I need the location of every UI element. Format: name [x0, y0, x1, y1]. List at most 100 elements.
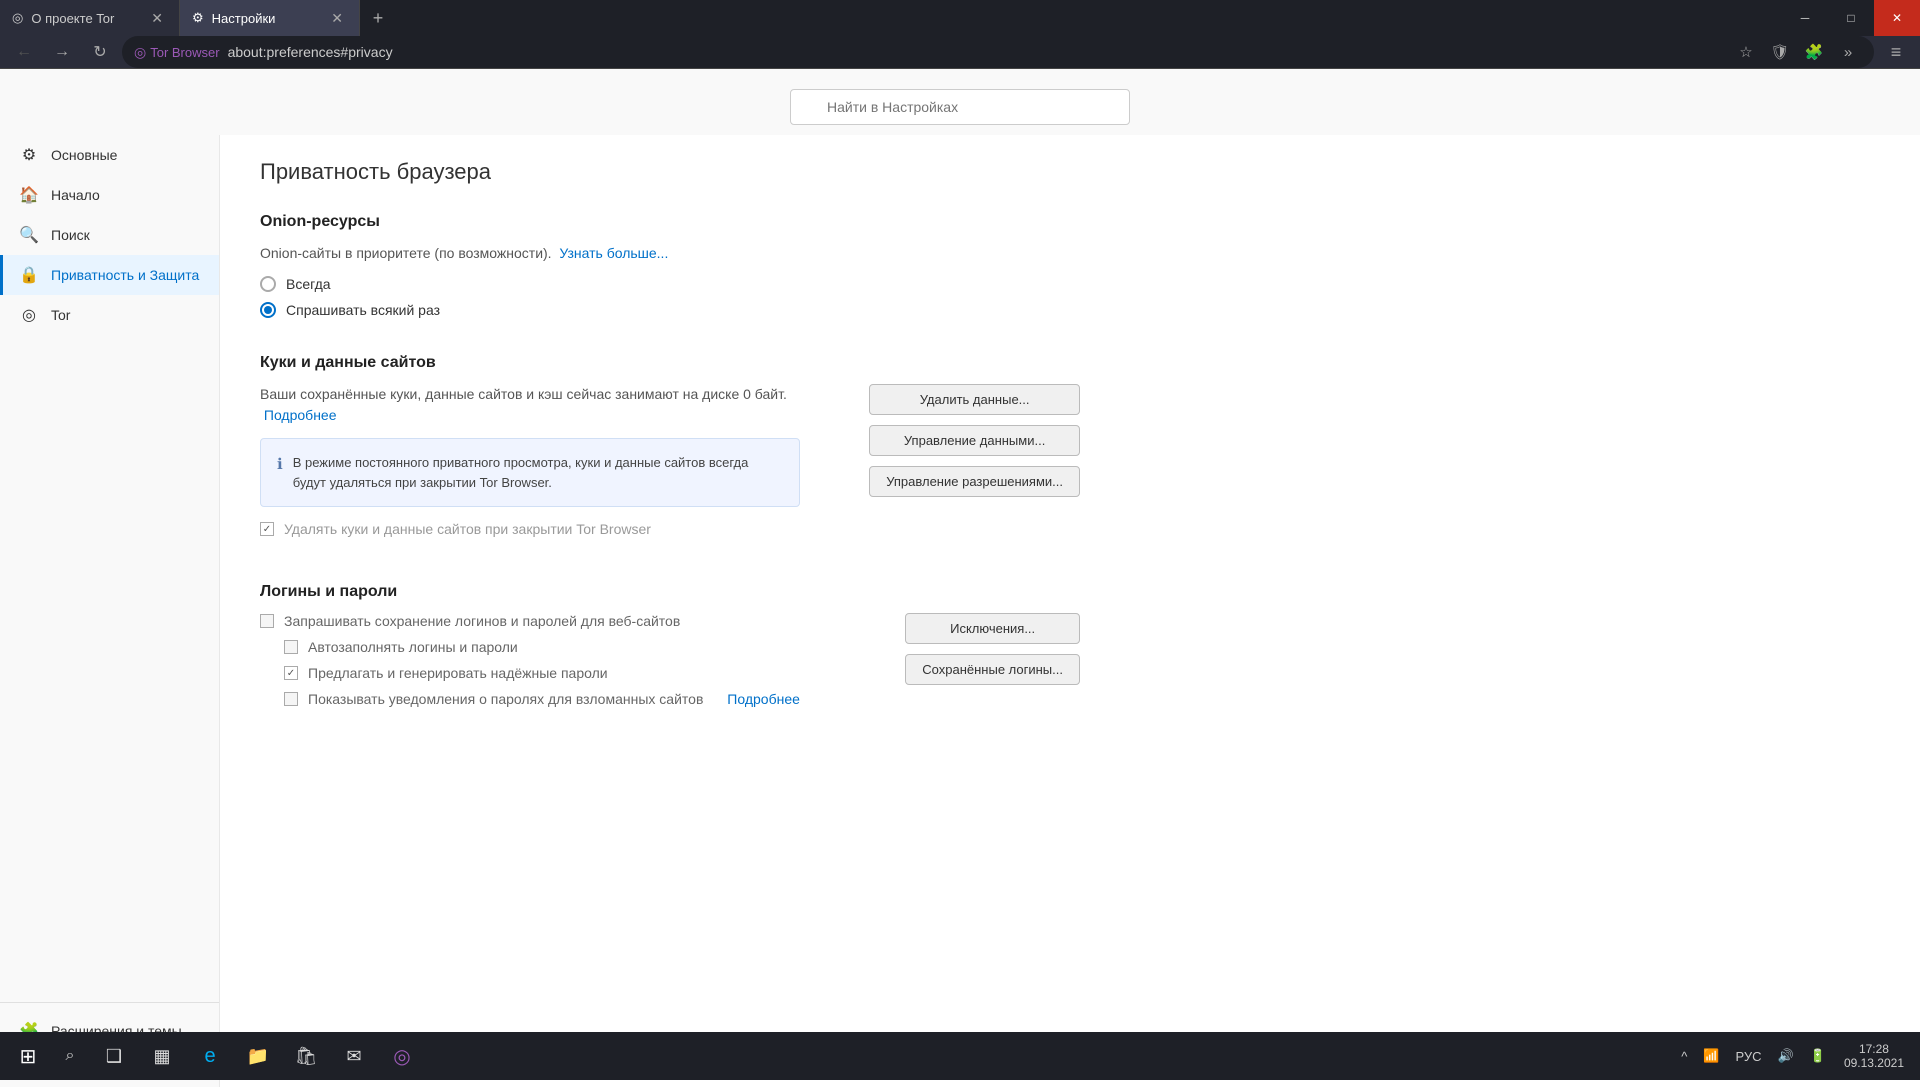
start-button[interactable]: ⊞ [8, 1036, 48, 1076]
content-padding: Приватность браузера Onion-ресурсы Onion… [220, 135, 1120, 777]
sidebar-item-search[interactable]: 🔍 Поиск [0, 215, 219, 255]
store-button[interactable]: 🛍 [284, 1036, 328, 1076]
taskview-button[interactable]: ❑ [92, 1036, 136, 1076]
cookies-desc: Ваши сохранённые куки, данные сайтов и к… [260, 384, 849, 426]
sidebar-label-start: Начало [51, 187, 100, 203]
logins-section: Логины и пароли Запрашивать сохранение л… [260, 583, 1080, 717]
refresh-button[interactable]: ↻ [84, 36, 116, 68]
maximize-button[interactable]: □ [1828, 0, 1874, 36]
tab-icon-about: ◎ [12, 10, 23, 26]
bookmark-button[interactable]: ☆ [1732, 38, 1760, 66]
onion-section: Onion-ресурсы Onion-сайты в приоритете (… [260, 213, 1080, 318]
radio-always-circle[interactable] [260, 276, 276, 292]
info-icon: ℹ [277, 454, 283, 492]
tab-close-about[interactable]: ✕ [147, 8, 167, 29]
tab-icon-settings: ⚙ [192, 10, 204, 26]
address-actions: ☆ 🛡 🧩 » [1732, 38, 1862, 66]
exceptions-button[interactable]: Исключения... [905, 613, 1080, 644]
tab-about-tor[interactable]: ◎ О проекте Tor ✕ [0, 0, 180, 36]
menu-button[interactable]: ≡ [1880, 36, 1912, 68]
onion-desc: Onion-сайты в приоритете (по возможности… [260, 243, 1080, 264]
manage-data-button[interactable]: Управление данными... [869, 425, 1080, 456]
logins-checkbox-3[interactable]: Показывать уведомления о паролях для взл… [284, 691, 885, 707]
logins-cb-box-2[interactable]: ✓ [284, 666, 298, 680]
addressbar: ← → ↻ ◎ Tor Browser about:preferences#pr… [0, 36, 1920, 69]
logins-sub: Автозаполнять логины и пароли ✓ Предлага… [284, 639, 885, 707]
radio-ask-circle[interactable] [260, 302, 276, 318]
sidebar-label-basic: Основные [51, 147, 117, 163]
tab-close-settings[interactable]: ✕ [327, 8, 347, 29]
logins-checkbox-1[interactable]: Автозаполнять логины и пароли [284, 639, 885, 655]
cookies-desc-text: Ваши сохранённые куки, данные сайтов и к… [260, 386, 787, 402]
clock-area[interactable]: 17:28 09.13.2021 [1836, 1042, 1912, 1070]
search-sidebar-icon: 🔍 [19, 225, 39, 245]
logins-layout: Запрашивать сохранение логинов и паролей… [260, 613, 1080, 717]
taskbar-search-button[interactable]: ⌕ [52, 1038, 88, 1074]
search-area: 🔍 [0, 69, 1920, 135]
cookies-info-text: В режиме постоянного приватного просмотр… [293, 453, 783, 492]
radio-ask[interactable]: Спрашивать всякий раз [260, 302, 1080, 318]
settings-search-input[interactable] [790, 89, 1130, 125]
main-layout: ⚙ Основные 🏠 Начало 🔍 Поиск 🔒 Приватност… [0, 135, 1920, 1087]
logins-cb-box-0[interactable] [260, 614, 274, 628]
overflow-button[interactable]: » [1834, 38, 1862, 66]
radio-always[interactable]: Всегда [260, 276, 1080, 292]
clock-date: 09.13.2021 [1844, 1056, 1904, 1070]
logins-cb-label-3: Показывать уведомления о паролях для взл… [308, 691, 703, 707]
delete-data-button[interactable]: Удалить данные... [869, 384, 1080, 415]
extensions-button[interactable]: 🧩 [1800, 38, 1828, 66]
sidebar-item-privacy[interactable]: 🔒 Приватность и Защита [0, 255, 219, 295]
saved-logins-button[interactable]: Сохранённые логины... [905, 654, 1080, 685]
lock-icon: 🔒 [19, 265, 39, 285]
cookies-right: Удалить данные... Управление данными... … [869, 384, 1080, 547]
shield-button[interactable]: 🛡 [1766, 38, 1794, 66]
tab-settings[interactable]: ⚙ Настройки ✕ [180, 0, 360, 36]
page-title: Приватность браузера [260, 159, 1080, 185]
logins-cb-box-3[interactable] [284, 692, 298, 706]
logins-left: Запрашивать сохранение логинов и паролей… [260, 613, 885, 717]
onion-desc-text: Onion-сайты в приоритете (по возможности… [260, 245, 552, 261]
cookies-learn-more-link[interactable]: Подробнее [264, 407, 337, 423]
brand-name: Tor Browser [150, 45, 219, 60]
url-text: about:preferences#privacy [228, 44, 1724, 60]
cookies-checkbox-box[interactable]: ✓ [260, 522, 274, 536]
new-tab-button[interactable]: + [360, 0, 396, 36]
logins-learn-more-link[interactable]: Подробнее [727, 691, 800, 707]
tab-label-about: О проекте Tor [31, 11, 114, 26]
cookies-checkbox[interactable]: ✓ Удалять куки и данные сайтов при закры… [260, 521, 849, 537]
files-button[interactable]: 📁 [236, 1036, 280, 1076]
tor-icon: ◎ [19, 305, 39, 325]
cookies-section: Куки и данные сайтов Ваши сохранённые ку… [260, 354, 1080, 547]
widgets-button[interactable]: ▦ [140, 1036, 184, 1076]
back-button[interactable]: ← [8, 36, 40, 68]
sidebar-item-tor[interactable]: ◎ Tor [0, 295, 219, 335]
tray-battery[interactable]: 🔋 [1804, 1036, 1832, 1076]
tray-chevron[interactable]: ^ [1675, 1036, 1693, 1076]
sidebar-item-basic[interactable]: ⚙ Основные [0, 135, 219, 175]
onion-title: Onion-ресурсы [260, 213, 1080, 231]
gear-icon: ⚙ [19, 145, 39, 165]
onion-learn-more-link[interactable]: Узнать больше... [559, 245, 668, 261]
minimize-button[interactable]: ─ [1782, 0, 1828, 36]
tor-taskbar-button[interactable]: ◎ [380, 1036, 424, 1076]
cookies-title: Куки и данные сайтов [260, 354, 1080, 372]
forward-button[interactable]: → [46, 36, 78, 68]
edge-button[interactable]: e [188, 1036, 232, 1076]
content-area: Приватность браузера Onion-ресурсы Onion… [220, 135, 1920, 1087]
tray-network[interactable]: 📶 [1697, 1036, 1725, 1076]
sidebar-item-start[interactable]: 🏠 Начало [0, 175, 219, 215]
onion-radio-group: Всегда Спрашивать всякий раз [260, 276, 1080, 318]
tray-sound[interactable]: 🔊 [1772, 1036, 1800, 1076]
address-field[interactable]: ◎ Tor Browser about:preferences#privacy … [122, 36, 1874, 68]
logins-title: Логины и пароли [260, 583, 1080, 601]
search-wrapper: 🔍 [790, 89, 1130, 125]
logins-checkbox-0[interactable]: Запрашивать сохранение логинов и паролей… [260, 613, 885, 629]
taskbar-tray: ^ 📶 РУС 🔊 🔋 17:28 09.13.2021 [1675, 1036, 1912, 1076]
window-controls: ─ □ ✕ [1782, 0, 1920, 36]
logins-checkbox-2[interactable]: ✓ Предлагать и генерировать надёжные пар… [284, 665, 885, 681]
logins-cb-box-1[interactable] [284, 640, 298, 654]
close-window-button[interactable]: ✕ [1874, 0, 1920, 36]
tray-lang[interactable]: РУС [1730, 1036, 1768, 1076]
mail-button[interactable]: ✉ [332, 1036, 376, 1076]
manage-permissions-button[interactable]: Управление разрешениями... [869, 466, 1080, 497]
